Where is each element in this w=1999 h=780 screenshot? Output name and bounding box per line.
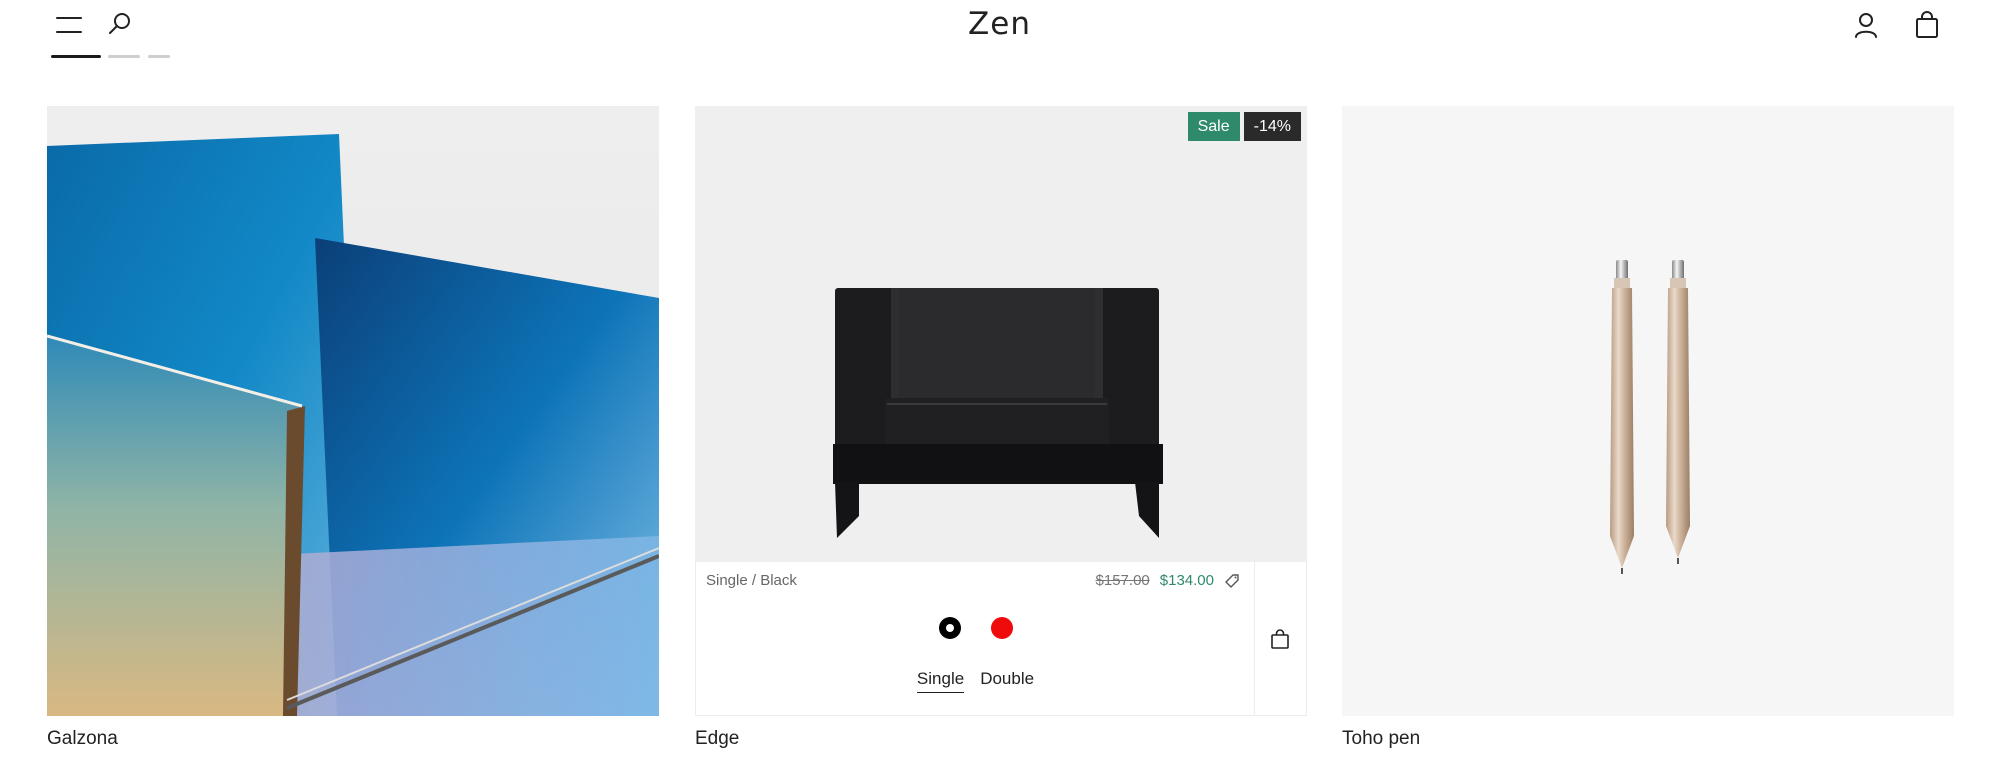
cart-button[interactable] xyxy=(1912,10,1942,40)
glass-table-photo xyxy=(47,106,659,716)
gold-pens-photo xyxy=(1342,106,1954,716)
discount-badge: -14% xyxy=(1243,112,1301,141)
slider-dot-2[interactable] xyxy=(108,55,140,58)
swatch-red[interactable] xyxy=(990,617,1013,639)
size-option-double[interactable]: Double xyxy=(980,669,1034,693)
quick-add-panel: Single / Black $157.00 $134.00 Single Do… xyxy=(695,562,1307,716)
product-image-toho-pen[interactable] xyxy=(1342,106,1954,716)
size-options: Single Double xyxy=(696,669,1255,693)
product-card-edge: Sale -14% Single / Black $157.00 $134.00… xyxy=(695,106,1307,749)
badge-group: Sale -14% xyxy=(1187,112,1301,141)
product-title[interactable]: Galzona xyxy=(47,728,118,750)
swatch-black[interactable] xyxy=(938,617,961,639)
product-title[interactable]: Toho pen xyxy=(1342,728,1420,750)
shopping-bag-icon xyxy=(1271,628,1289,649)
site-logo[interactable]: Zen xyxy=(0,6,1999,42)
price-tag-icon xyxy=(1225,573,1239,588)
color-swatches xyxy=(696,617,1255,639)
selected-variant-label: Single / Black xyxy=(706,572,797,589)
sale-badge: Sale xyxy=(1187,112,1240,141)
product-image-edge[interactable]: Sale -14% xyxy=(695,106,1307,562)
shopping-bag-icon xyxy=(1916,11,1938,38)
price-block: $157.00 $134.00 xyxy=(1096,572,1240,589)
product-card-toho-pen: Toho pen xyxy=(1342,106,1954,749)
black-armchair-photo xyxy=(695,106,1307,562)
size-option-single[interactable]: Single xyxy=(916,669,965,693)
product-title[interactable]: Edge xyxy=(695,728,739,750)
slider-dot-3[interactable] xyxy=(148,55,170,58)
account-button[interactable] xyxy=(1851,10,1881,40)
site-header: Zen xyxy=(0,0,1999,60)
add-to-cart-button[interactable] xyxy=(1254,562,1306,715)
variant-options: Single / Black $157.00 $134.00 Single Do… xyxy=(696,562,1255,715)
product-image-galzona[interactable] xyxy=(47,106,659,716)
sale-price: $134.00 xyxy=(1159,572,1214,589)
product-card-galzona: Galzona xyxy=(47,106,659,749)
slider-dot-1[interactable] xyxy=(51,55,101,58)
compare-at-price: $157.00 xyxy=(1095,572,1150,589)
user-icon xyxy=(1855,13,1877,38)
